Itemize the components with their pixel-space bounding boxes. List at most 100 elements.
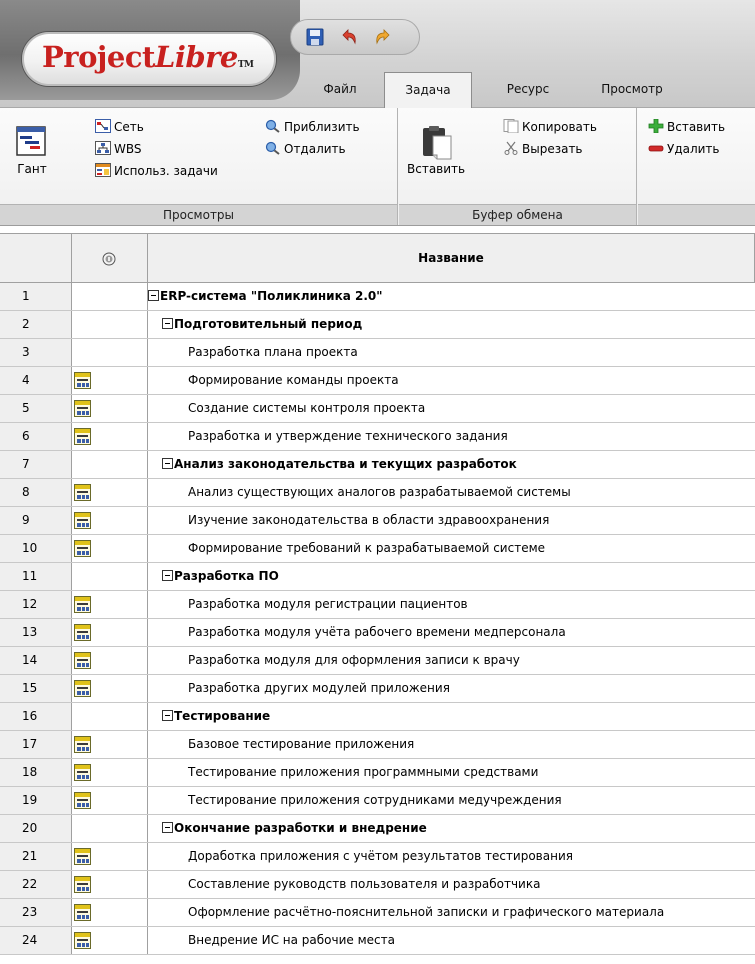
task-note-icon[interactable] <box>74 652 91 669</box>
row-number[interactable]: 8 <box>0 479 72 506</box>
table-row[interactable]: 14 Разработка модуля для оформления запис… <box>0 647 755 675</box>
row-number[interactable]: 24 <box>0 927 72 954</box>
table-row[interactable]: 5 Создание системы контроля проекта <box>0 395 755 423</box>
task-name-cell[interactable]: Составление руководств пользователя и ра… <box>148 871 755 898</box>
row-number[interactable]: 18 <box>0 759 72 786</box>
collapse-icon[interactable] <box>162 710 173 721</box>
task-note-icon[interactable] <box>74 596 91 613</box>
cut-button[interactable]: Вырезать <box>503 140 583 158</box>
row-number[interactable]: 16 <box>0 703 72 730</box>
delete-task-button[interactable]: Удалить <box>648 140 720 158</box>
header-name[interactable]: Название <box>148 234 755 283</box>
table-row[interactable]: 11 Разработка ПО <box>0 563 755 591</box>
task-name-cell[interactable]: Разработка и утверждение технического за… <box>148 423 755 450</box>
row-number[interactable]: 12 <box>0 591 72 618</box>
app-logo[interactable]: ProjectLibreTM <box>21 31 277 87</box>
table-row[interactable]: 10 Формирование требований к разрабатывае… <box>0 535 755 563</box>
row-number[interactable]: 21 <box>0 843 72 870</box>
row-number[interactable]: 1 <box>0 283 72 310</box>
task-name-cell[interactable]: Изучение законодательства в области здра… <box>148 507 755 534</box>
task-note-icon[interactable] <box>74 904 91 921</box>
task-name-cell[interactable]: Формирование команды проекта <box>148 367 755 394</box>
task-name-cell[interactable]: Оформление расчётно-пояснительной записк… <box>148 899 755 926</box>
task-note-icon[interactable] <box>74 372 91 389</box>
table-row[interactable]: 3 Разработка плана проекта <box>0 339 755 367</box>
task-note-icon[interactable] <box>74 512 91 529</box>
collapse-icon[interactable] <box>162 570 173 581</box>
header-indicators[interactable] <box>72 234 148 283</box>
tab-task[interactable]: Задача <box>384 72 472 109</box>
gantt-button[interactable]: Гант <box>8 118 56 182</box>
table-row[interactable]: 2 Подготовительный период <box>0 311 755 339</box>
task-note-icon[interactable] <box>74 428 91 445</box>
task-note-icon[interactable] <box>74 736 91 753</box>
row-number[interactable]: 22 <box>0 871 72 898</box>
row-number[interactable]: 5 <box>0 395 72 422</box>
table-row[interactable]: 8 Анализ существующих аналогов разрабатыв… <box>0 479 755 507</box>
table-row[interactable]: 24 Внедрение ИС на рабочие места <box>0 927 755 955</box>
task-note-icon[interactable] <box>74 484 91 501</box>
collapse-icon[interactable] <box>162 318 173 329</box>
task-name-cell[interactable]: Разработка других модулей приложения <box>148 675 755 702</box>
task-note-icon[interactable] <box>74 764 91 781</box>
table-row[interactable]: 12 Разработка модуля регистрации пациенто… <box>0 591 755 619</box>
undo-icon[interactable] <box>339 27 359 47</box>
task-note-icon[interactable] <box>74 400 91 417</box>
table-row[interactable]: 16 Тестирование <box>0 703 755 731</box>
copy-button[interactable]: Копировать <box>503 118 597 136</box>
row-number[interactable]: 7 <box>0 451 72 478</box>
row-number[interactable]: 23 <box>0 899 72 926</box>
row-number[interactable]: 9 <box>0 507 72 534</box>
row-number[interactable]: 14 <box>0 647 72 674</box>
task-name-cell[interactable]: Тестирование <box>148 703 755 730</box>
row-number[interactable]: 10 <box>0 535 72 562</box>
row-number[interactable]: 19 <box>0 787 72 814</box>
table-row[interactable]: 23 Оформление расчётно-пояснительной запи… <box>0 899 755 927</box>
tab-view[interactable]: Просмотр <box>584 72 680 108</box>
task-name-cell[interactable]: Окончание разработки и внедрение <box>148 815 755 842</box>
collapse-icon[interactable] <box>162 458 173 469</box>
row-number[interactable]: 4 <box>0 367 72 394</box>
task-name-cell[interactable]: Разработка модуля для оформления записи … <box>148 647 755 674</box>
task-note-icon[interactable] <box>74 624 91 641</box>
task-name-cell[interactable]: Разработка модуля учёта рабочего времени… <box>148 619 755 646</box>
insert-task-button[interactable]: Вставить <box>648 118 725 136</box>
row-number[interactable]: 11 <box>0 563 72 590</box>
task-note-icon[interactable] <box>74 792 91 809</box>
network-button[interactable]: Сеть <box>95 118 144 136</box>
task-name-cell[interactable]: Разработка плана проекта <box>148 339 755 366</box>
table-row[interactable]: 21 Доработка приложения с учётом результа… <box>0 843 755 871</box>
task-note-icon[interactable] <box>74 540 91 557</box>
row-number[interactable]: 15 <box>0 675 72 702</box>
row-number[interactable]: 3 <box>0 339 72 366</box>
task-note-icon[interactable] <box>74 932 91 949</box>
task-name-cell[interactable]: ERP-система "Поликлиника 2.0" <box>148 283 755 310</box>
task-note-icon[interactable] <box>74 876 91 893</box>
table-row[interactable]: 7 Анализ законодательства и текущих разра… <box>0 451 755 479</box>
task-name-cell[interactable]: Базовое тестирование приложения <box>148 731 755 758</box>
table-row[interactable]: 22 Составление руководств пользователя и … <box>0 871 755 899</box>
tab-resource[interactable]: Ресурс <box>486 72 570 108</box>
collapse-icon[interactable] <box>148 290 159 301</box>
table-row[interactable]: 17 Базовое тестирование приложения <box>0 731 755 759</box>
tab-file[interactable]: Файл <box>305 72 375 108</box>
zoom-in-button[interactable]: Приблизить <box>265 118 360 136</box>
save-icon[interactable] <box>305 27 325 47</box>
row-number[interactable]: 20 <box>0 815 72 842</box>
zoom-out-button[interactable]: Отдалить <box>265 140 346 158</box>
task-name-cell[interactable]: Доработка приложения с учётом результато… <box>148 843 755 870</box>
table-row[interactable]: 18 Тестирование приложения программными с… <box>0 759 755 787</box>
table-row[interactable]: 4 Формирование команды проекта <box>0 367 755 395</box>
task-note-icon[interactable] <box>74 680 91 697</box>
task-name-cell[interactable]: Подготовительный период <box>148 311 755 338</box>
task-name-cell[interactable]: Тестирование приложения программными сре… <box>148 759 755 786</box>
table-row[interactable]: 6 Разработка и утверждение технического з… <box>0 423 755 451</box>
table-row[interactable]: 19 Тестирование приложения сотрудниками м… <box>0 787 755 815</box>
row-number[interactable]: 17 <box>0 731 72 758</box>
task-name-cell[interactable]: Анализ существующих аналогов разрабатыва… <box>148 479 755 506</box>
table-row[interactable]: 1 ERP-система "Поликлиника 2.0" <box>0 283 755 311</box>
task-name-cell[interactable]: Создание системы контроля проекта <box>148 395 755 422</box>
paste-button[interactable]: Вставить <box>407 118 477 182</box>
task-note-icon[interactable] <box>74 848 91 865</box>
wbs-button[interactable]: WBS <box>95 140 142 158</box>
